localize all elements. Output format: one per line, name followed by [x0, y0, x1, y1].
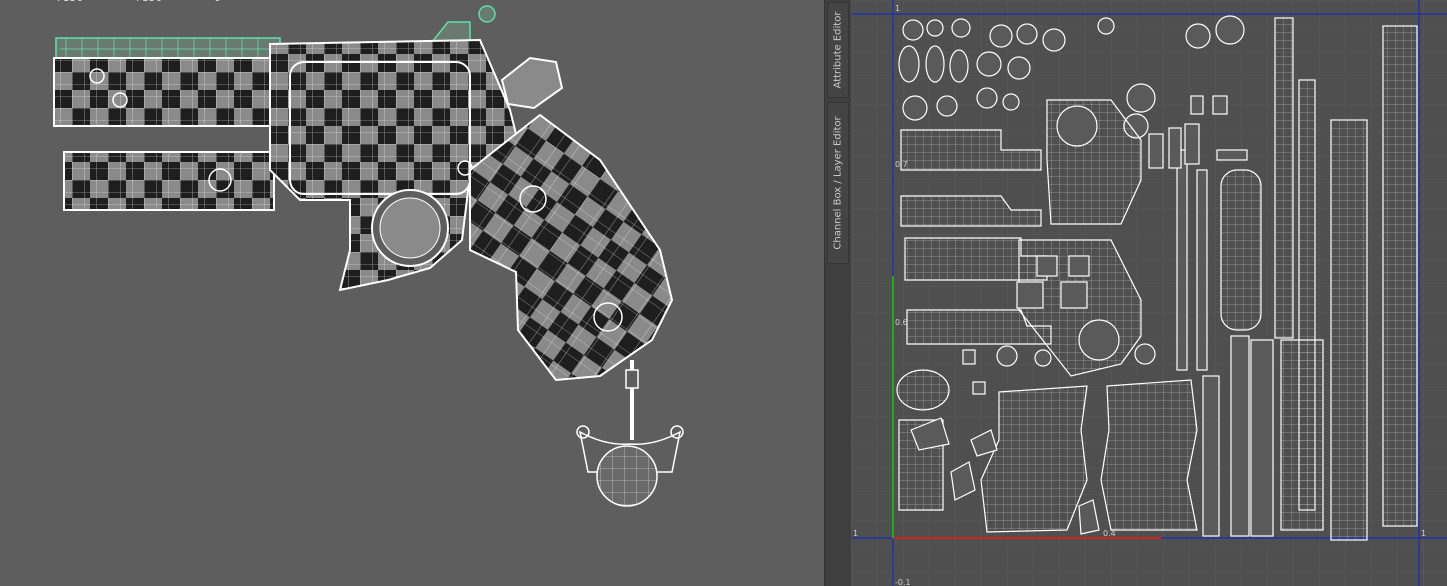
- uv-tick-bottom-left: 1: [853, 529, 859, 538]
- tab-channel-box-label: Channel Box / Layer Editor: [832, 116, 844, 250]
- 3d-viewport[interactable]: 7150 7150 0: [0, 0, 824, 586]
- barrel-upper[interactable]: [53, 57, 285, 127]
- grip-handle[interactable]: [469, 113, 674, 382]
- uv-tick-left-mid: 0.7: [895, 160, 908, 169]
- uv-tick-bottom-right: 1: [1421, 529, 1427, 538]
- tab-attribute-editor[interactable]: Attribute Editor: [827, 2, 849, 98]
- tab-attribute-editor-label: Attribute Editor: [832, 11, 844, 89]
- grip-charm[interactable]: [576, 360, 684, 507]
- uv-tick-bottom-mid: 0.4: [1103, 529, 1116, 538]
- uv-layout[interactable]: [851, 0, 1447, 586]
- revolver-model-wireframe[interactable]: [0, 0, 824, 586]
- uv-tick-left-low: 0.6: [895, 318, 908, 327]
- side-panel-tab-strip: Attribute Editor Channel Box / Layer Edi…: [824, 0, 852, 586]
- uv-editor-viewport[interactable]: 1 0.7 0.6 1 0.4 1 -0.1: [851, 0, 1447, 586]
- uv-tick-top-left: 1: [895, 4, 901, 13]
- uv-tick-below: -0.1: [895, 578, 911, 586]
- barrel-lower[interactable]: [63, 151, 275, 211]
- tab-channel-box[interactable]: Channel Box / Layer Editor: [827, 102, 849, 264]
